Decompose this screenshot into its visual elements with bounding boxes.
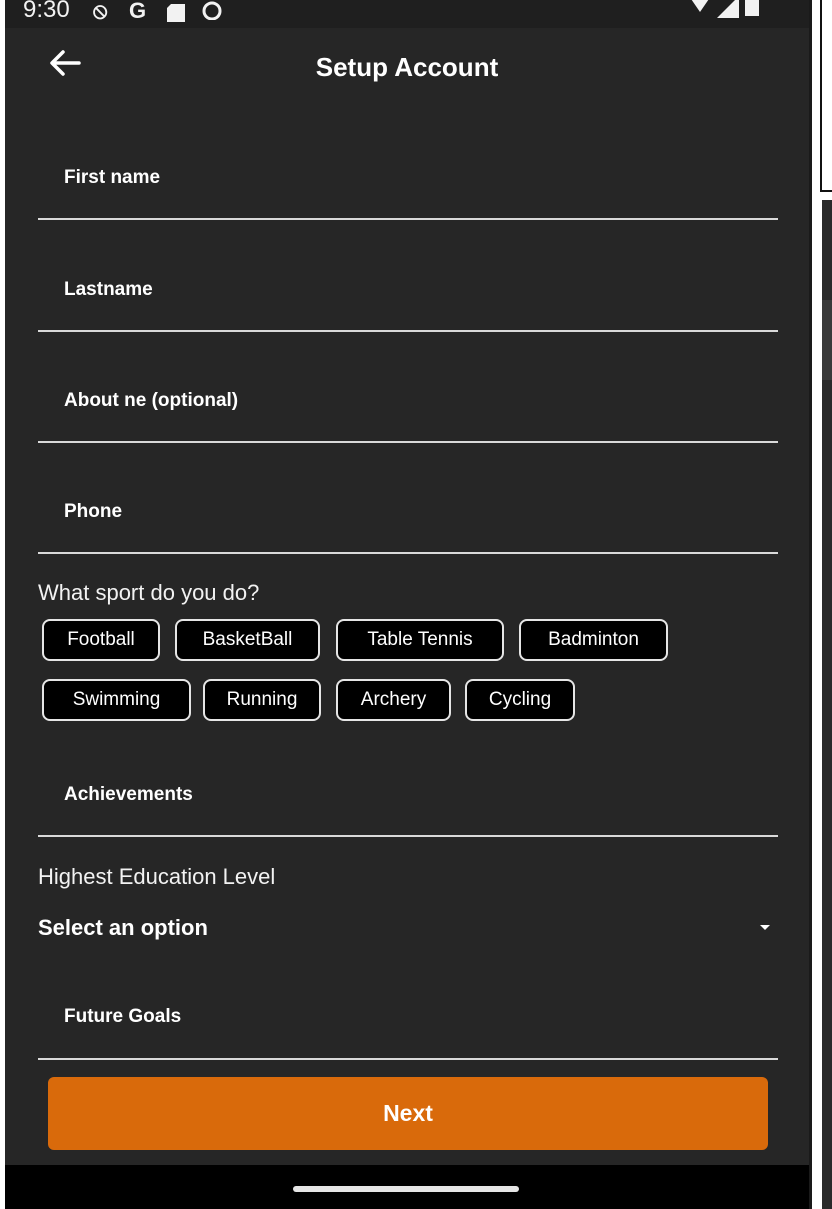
chip-badminton[interactable]: Badminton [519,619,668,661]
phone-screen: 9:30 ⦸ G Setup Account First name Lastna… [5,0,809,1209]
chip-swimming[interactable]: Swimming [42,679,191,721]
about-label: About ne (optional) [64,390,239,411]
achievements-underline [38,835,778,837]
vpn-icon: ⦸ [93,0,108,23]
background-frame [820,0,832,192]
status-time: 9:30 [23,0,70,23]
background-strip-highlight [822,300,832,380]
chip-running[interactable]: Running [203,679,321,721]
chip-cycling[interactable]: Cycling [465,679,575,721]
phone-underline [38,552,778,554]
battery-icon [745,0,759,16]
sd-card-icon [167,2,185,28]
education-select-value: Select an option [38,915,208,940]
education-label: Highest Education Level [38,864,276,889]
first-name-label: First name [64,167,161,188]
navigation-bar [5,1165,809,1209]
achievements-label: Achievements [64,784,193,805]
future-goals-underline [38,1058,778,1060]
background-window [812,0,832,1209]
signal-icon [717,0,739,18]
chip-archery[interactable]: Archery [336,679,451,721]
chip-table-tennis[interactable]: Table Tennis [336,619,504,661]
first-name-underline [38,218,778,220]
chip-football[interactable]: Football [42,619,160,661]
app-bar: Setup Account [5,28,809,108]
home-indicator[interactable] [293,1186,519,1192]
chip-basketball[interactable]: BasketBall [175,619,320,661]
next-button[interactable]: Next [48,1077,768,1150]
last-name-underline [38,330,778,332]
sport-question: What sport do you do? [38,580,260,605]
about-underline [38,441,778,443]
status-bar: 9:30 ⦸ G [5,0,809,28]
wifi-icon [689,0,711,12]
google-icon: G [129,0,147,23]
assistant-icon [200,0,224,26]
dropdown-caret-icon [760,925,770,930]
last-name-label: Lastname [64,279,153,300]
phone-label: Phone [64,501,123,522]
page-title: Setup Account [315,52,499,82]
future-goals-label: Future Goals [64,1006,182,1027]
